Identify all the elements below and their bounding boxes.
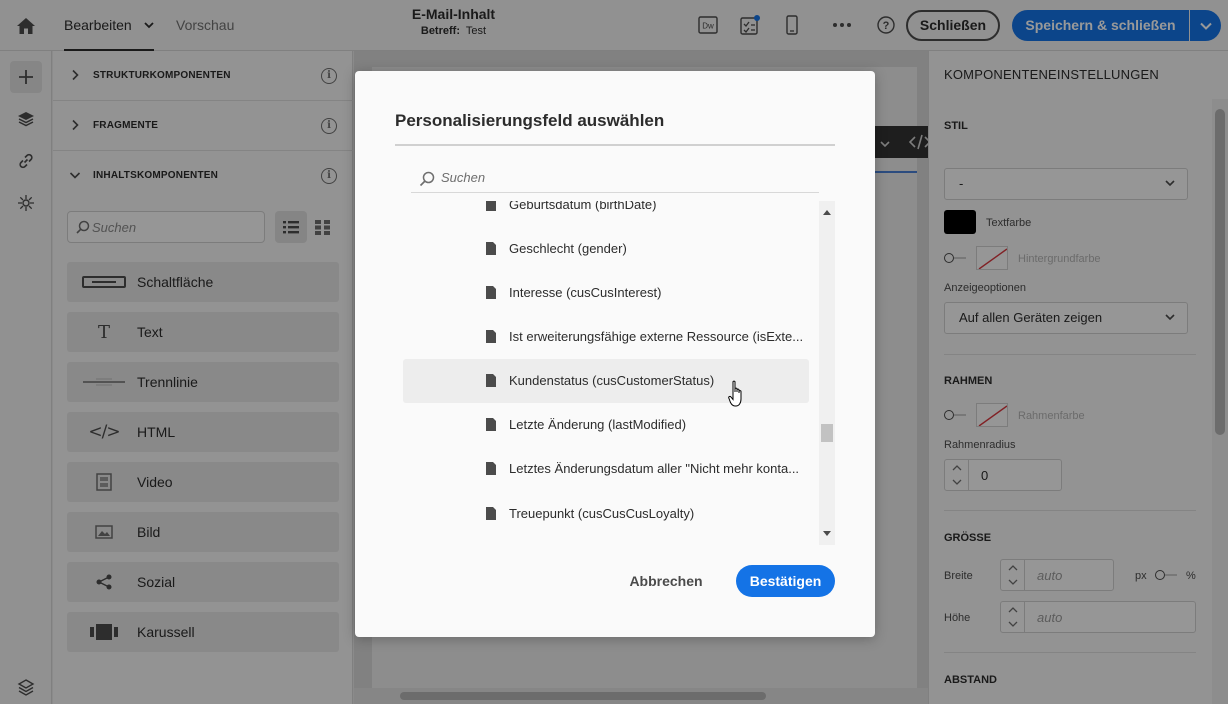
document-icon xyxy=(486,242,496,255)
dialog-title: Personalisierungsfeld auswählen xyxy=(395,111,665,130)
document-icon xyxy=(486,330,496,343)
document-icon xyxy=(486,462,496,475)
document-icon xyxy=(486,286,496,299)
list-item-label: Geschlecht (gender) xyxy=(509,241,627,256)
scroll-up-icon[interactable] xyxy=(823,209,831,215)
dialog-divider xyxy=(395,144,835,146)
document-icon xyxy=(486,418,496,431)
list-item[interactable]: Treuepunkt (cusCusCusLoyalty) xyxy=(403,492,809,536)
list-item-highlighted[interactable]: Kundenstatus (cusCustomerStatus) xyxy=(403,359,809,403)
search-icon xyxy=(419,171,435,187)
cancel-button[interactable]: Abbrechen xyxy=(620,565,712,597)
list-item[interactable]: Interesse (cusCusInterest) xyxy=(403,271,809,315)
scrollbar-thumb[interactable] xyxy=(821,424,833,442)
list-item[interactable]: Geschlecht (gender) xyxy=(403,227,809,271)
personalization-field-dialog: Personalisierungsfeld auswählen Suchen G… xyxy=(355,71,875,637)
list-item-label: Treuepunkt (cusCusCusLoyalty) xyxy=(509,506,695,521)
hand-cursor-icon xyxy=(728,380,742,407)
document-icon xyxy=(486,507,496,520)
document-icon xyxy=(486,201,496,211)
list-item-label: Geburtsdatum (birthDate) xyxy=(509,201,657,212)
field-list-scrollbar[interactable] xyxy=(819,201,835,545)
confirm-button[interactable]: Bestätigen xyxy=(736,565,835,597)
field-list[interactable]: Geburtsdatum (birthDate) Geschlecht (gen… xyxy=(403,201,819,545)
list-item-label: Letzte Änderung (lastModified) xyxy=(509,417,687,432)
list-item[interactable]: Letzte Änderung (lastModified) xyxy=(403,403,809,447)
list-item-label: Letztes Änderungsdatum aller "Nicht mehr… xyxy=(509,461,800,476)
scroll-down-icon[interactable] xyxy=(823,531,831,537)
list-item[interactable]: Ist erweiterungsfähige externe Ressource… xyxy=(403,315,809,359)
list-item-label: Kundenstatus (cusCustomerStatus) xyxy=(509,373,715,388)
search-placeholder: Suchen xyxy=(441,170,486,185)
list-item-label: Interesse (cusCusInterest) xyxy=(509,285,662,300)
document-icon xyxy=(486,374,496,387)
list-item-label: Ist erweiterungsfähige externe Ressource… xyxy=(509,329,804,344)
list-item[interactable]: Geburtsdatum (birthDate) xyxy=(403,201,809,227)
list-item[interactable]: Letztes Änderungsdatum aller "Nicht mehr… xyxy=(403,447,809,491)
field-search-input[interactable]: Suchen xyxy=(411,165,819,193)
